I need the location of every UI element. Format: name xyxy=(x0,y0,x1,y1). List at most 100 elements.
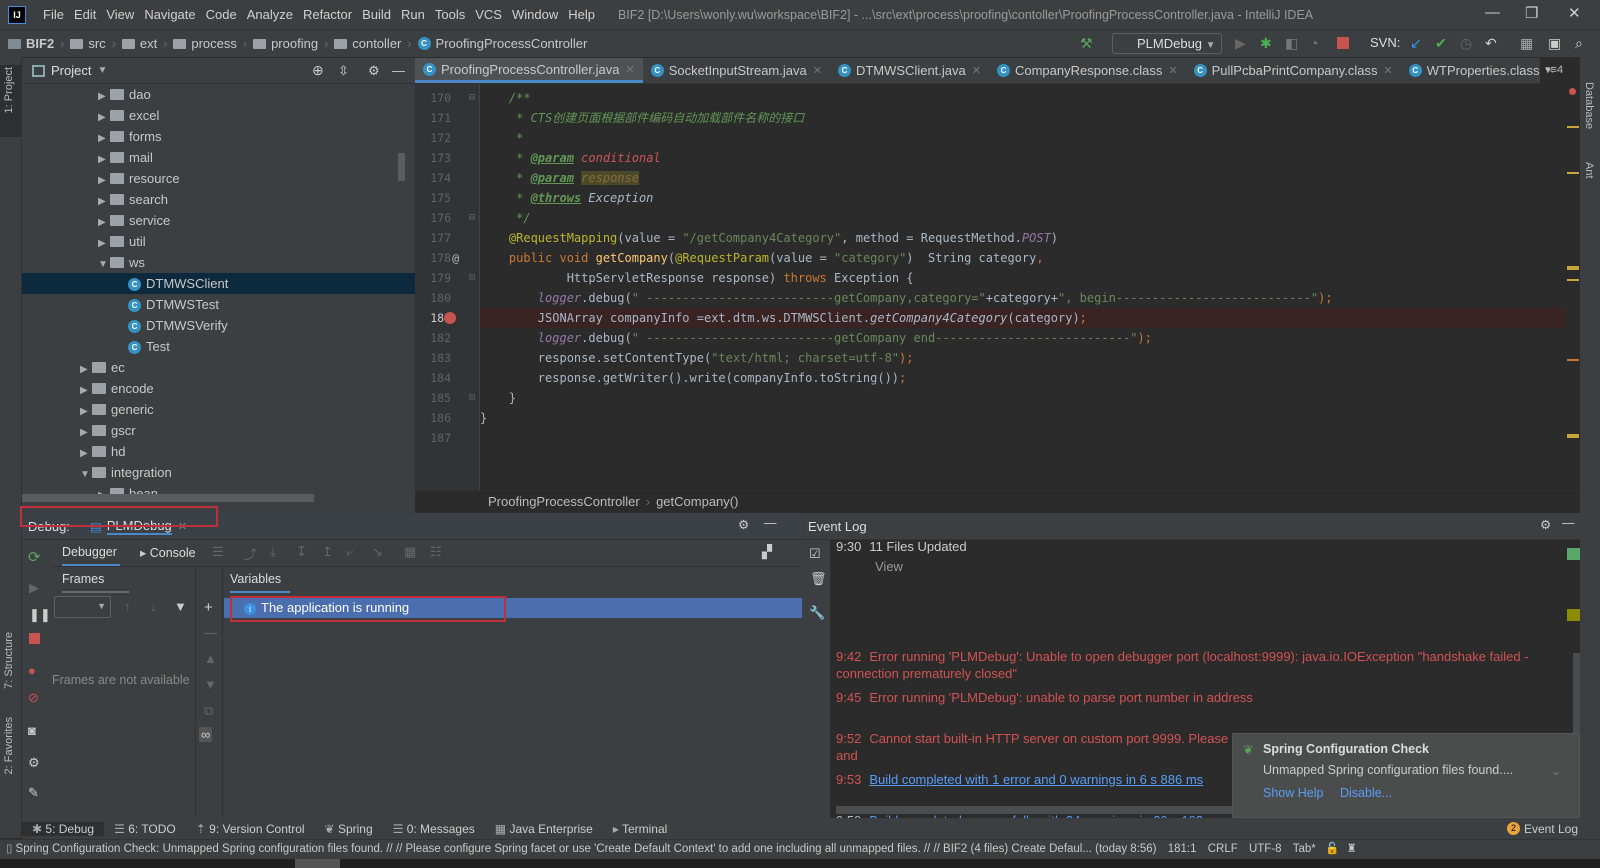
mute-breakpoints-icon[interactable]: ⊘ xyxy=(28,690,39,706)
drop-frame-icon[interactable]: ⤶ xyxy=(346,544,353,560)
stop-icon[interactable] xyxy=(29,633,40,644)
horizontal-scrollbar[interactable] xyxy=(22,494,314,502)
menu-refactor[interactable]: Refactor xyxy=(298,7,357,22)
rerun-icon[interactable]: ⟳ xyxy=(28,548,41,566)
svn-commit-icon[interactable]: ✔ xyxy=(1435,35,1447,52)
code-line[interactable]: HttpServletResponse response) throws Exc… xyxy=(480,268,1565,288)
editor-error-stripe[interactable] xyxy=(1565,84,1580,490)
run-configuration-select[interactable]: PLMDebug ▼ xyxy=(1112,33,1222,54)
collapsed-arrow-icon[interactable]: ▶ xyxy=(98,233,110,254)
tool-tab[interactable]: ☰ 0: Messages xyxy=(383,822,485,836)
collapsed-arrow-icon[interactable]: ▶ xyxy=(98,86,110,107)
up-arrow-icon[interactable]: ↑ xyxy=(124,599,131,614)
restore-layout-icon[interactable]: ▞ xyxy=(762,544,772,560)
tree-item[interactable]: ▶ dao xyxy=(22,84,415,105)
tree-item[interactable]: C DTMWSVerify xyxy=(22,315,415,336)
project-tool-tab[interactable]: 1: Project xyxy=(3,67,15,113)
indent-setting[interactable]: Tab* xyxy=(1293,843,1316,855)
collapsed-arrow-icon[interactable]: ▶ xyxy=(98,170,110,191)
collapsed-arrow-icon[interactable]: ▶ xyxy=(98,191,110,212)
structure-tool-tab[interactable]: 7: Structure xyxy=(3,632,15,689)
editor-tab[interactable]: C WTProperties.class ✕ xyxy=(1401,58,1563,83)
expanded-arrow-icon[interactable]: ▼ xyxy=(80,464,92,485)
disable-link[interactable]: Disable... xyxy=(1340,786,1392,800)
menu-tools[interactable]: Tools xyxy=(430,7,470,22)
tree-item[interactable]: ▼ integration xyxy=(22,462,415,483)
tree-item[interactable]: C DTMWSClient xyxy=(22,273,415,294)
menu-edit[interactable]: Edit xyxy=(69,7,101,22)
menu-code[interactable]: Code xyxy=(201,7,242,22)
step-into-icon[interactable]: ↧ xyxy=(296,544,307,560)
tree-item[interactable]: ▶ ec xyxy=(22,357,415,378)
revert-icon[interactable]: ↶ xyxy=(1485,35,1497,52)
close-tab-icon[interactable]: ✕ xyxy=(813,64,822,77)
step-over-icon[interactable]: ⤓ xyxy=(270,544,276,560)
locate-icon[interactable]: ⊕ xyxy=(312,62,324,79)
camera-icon[interactable]: ◙ xyxy=(28,723,36,738)
hide-icon[interactable]: — xyxy=(392,63,405,78)
tree-item[interactable]: ▶ util xyxy=(22,231,415,252)
collapse-all-icon[interactable]: ⇳ xyxy=(338,63,349,79)
expand-icon[interactable]: ⌄ xyxy=(1551,763,1561,778)
move-up-icon[interactable]: ▲ xyxy=(204,651,217,666)
gear-icon[interactable]: ⚙ xyxy=(1540,517,1551,532)
ant-tool-tab[interactable]: Ant xyxy=(1583,162,1595,179)
move-down-icon[interactable]: ▼ xyxy=(204,677,217,692)
pause-icon[interactable]: ❚❚ xyxy=(29,607,51,623)
breakpoint-icon[interactable] xyxy=(444,312,456,324)
fold-icon[interactable]: ⊟ xyxy=(465,88,475,108)
tree-item[interactable]: ▶ forms xyxy=(22,126,415,147)
settings-icon[interactable]: ⚙ xyxy=(28,755,40,771)
run-icon[interactable]: ▶ xyxy=(1235,35,1246,52)
database-tool-tab[interactable]: Database xyxy=(1583,82,1595,129)
trace-icon[interactable]: ☷ xyxy=(430,544,442,560)
breadcrumb-item[interactable]: ext xyxy=(121,36,157,51)
event-action-view[interactable]: View xyxy=(875,558,1075,575)
editor-gutter[interactable]: 170 171 172 173 174 175 176 177 178 @179 180 181 182… xyxy=(415,84,480,490)
gear-icon[interactable]: ⚙ xyxy=(738,517,749,532)
code-line[interactable]: * @param response xyxy=(480,168,1565,188)
view-breakpoints-icon[interactable]: ● xyxy=(28,663,36,678)
breadcrumb-item[interactable]: src xyxy=(70,36,106,51)
menu-navigate[interactable]: Navigate xyxy=(139,7,200,22)
show-help-link[interactable]: Show Help xyxy=(1263,786,1323,800)
tree-item[interactable]: C DTMWSTest xyxy=(22,294,415,315)
editor-tab[interactable]: C SocketInputStream.java ✕ xyxy=(643,58,830,83)
show-execution-point-icon[interactable]: ⤴ xyxy=(244,544,257,563)
history-icon[interactable]: ◷ xyxy=(1460,35,1472,52)
tab-console[interactable]: ▸ Console xyxy=(140,545,196,560)
tool-tab[interactable]: ⇡ 9: Version Control xyxy=(186,822,315,836)
tool-tab[interactable]: ❦ Spring xyxy=(315,822,383,836)
code-line[interactable]: */ xyxy=(480,208,1565,228)
tree-item[interactable]: ▶ mail xyxy=(22,147,415,168)
code-line[interactable]: * @param conditional xyxy=(480,148,1565,168)
favorites-tool-tab[interactable]: 2: Favorites xyxy=(3,717,15,774)
close-tab-icon[interactable]: ✕ xyxy=(1384,64,1393,77)
code-editor[interactable]: /** * CTS创建页面根据部件编码自动加载部件名称的接口 * * @para… xyxy=(480,84,1565,490)
collapsed-arrow-icon[interactable]: ▶ xyxy=(80,401,92,422)
tool-tab[interactable]: ▸ Terminal xyxy=(603,822,678,836)
collapsed-arrow-icon[interactable]: ▶ xyxy=(80,422,92,443)
line-separator[interactable]: CRLF xyxy=(1208,843,1238,855)
breadcrumb-item[interactable]: proofing xyxy=(253,36,318,51)
add-watch-icon[interactable]: + xyxy=(204,599,213,616)
tree-item[interactable]: ▼ ws xyxy=(22,252,415,273)
gear-icon[interactable]: ⚙ xyxy=(368,63,380,79)
thread-select[interactable]: ▼ xyxy=(54,596,111,618)
vertical-scrollbar[interactable] xyxy=(398,153,405,181)
coverage-icon[interactable]: ◧ xyxy=(1285,35,1298,52)
menu-view[interactable]: View xyxy=(101,7,139,22)
editor-tab[interactable]: C PullPcbaPrintCompany.class ✕ xyxy=(1186,58,1401,83)
tree-item[interactable]: ▶ resource xyxy=(22,168,415,189)
code-line[interactable]: } xyxy=(480,388,1565,408)
menu-help[interactable]: Help xyxy=(563,7,600,22)
menu-build[interactable]: Build xyxy=(357,7,396,22)
code-line[interactable]: response.getWriter().write(companyInfo.t… xyxy=(480,368,1565,388)
build-hammer-icon[interactable]: ⚒ xyxy=(1080,35,1093,52)
code-line[interactable]: response.setContentType("text/html; char… xyxy=(480,348,1565,368)
event-log-tab[interactable]: 2 Event Log xyxy=(1506,822,1578,836)
code-line[interactable] xyxy=(480,428,1565,448)
menu-analyze[interactable]: Analyze xyxy=(242,7,298,22)
code-line[interactable]: public void getCompany(@RequestParam(val… xyxy=(480,248,1565,268)
chevron-down-icon[interactable]: ▼ xyxy=(97,65,107,76)
